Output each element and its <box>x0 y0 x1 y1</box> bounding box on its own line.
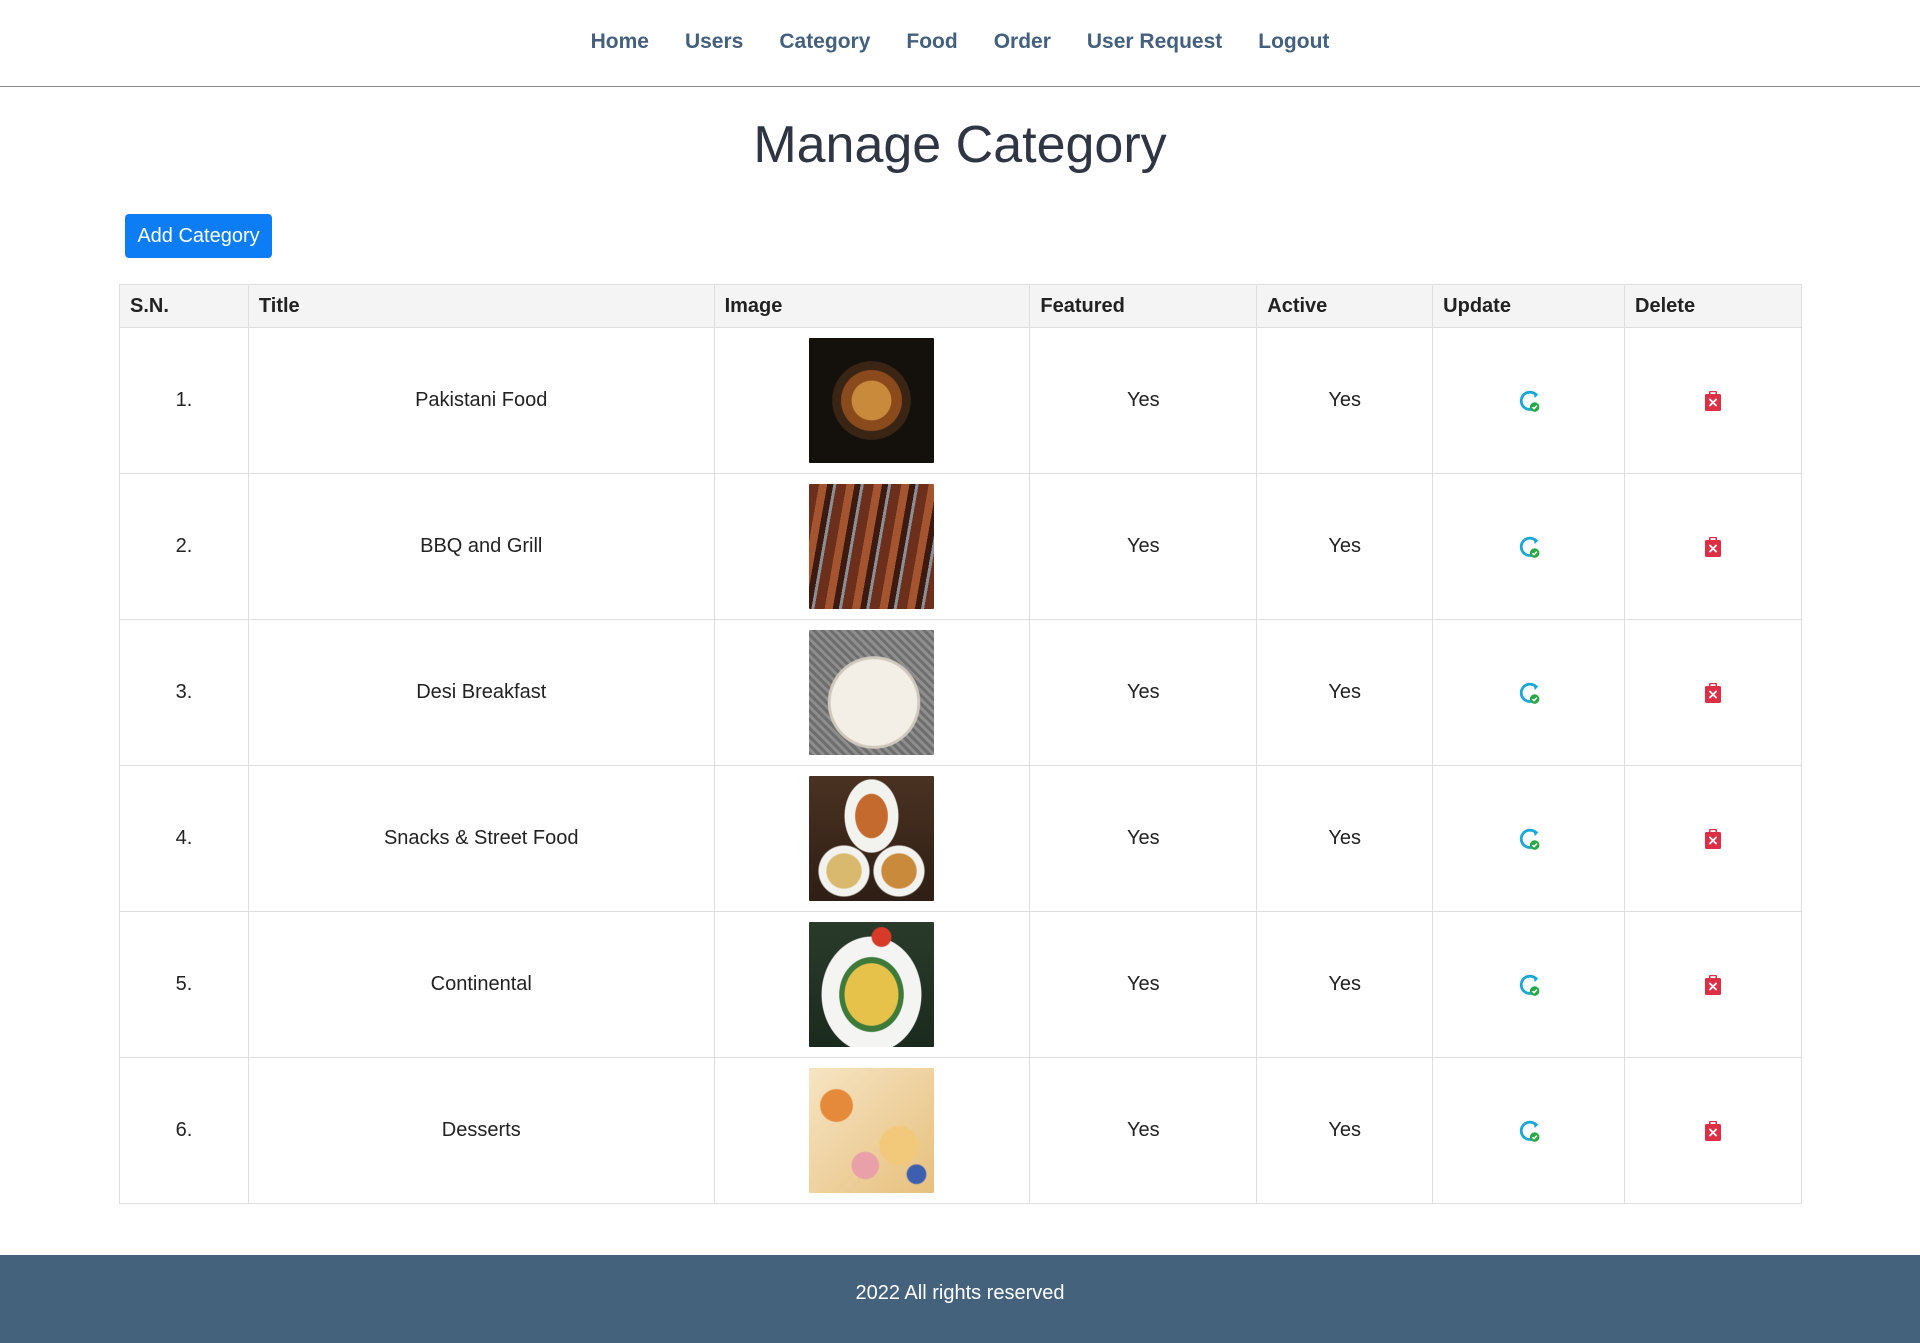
row-image-cell <box>713 765 1031 912</box>
paratha-breakfast-photo <box>809 630 935 755</box>
nav-order-link[interactable]: Order <box>994 30 1051 54</box>
top-navigation: Home Users Category Food Order User Requ… <box>0 0 1920 87</box>
row-sn: 5. <box>119 911 249 1058</box>
header-featured: Featured <box>1029 284 1258 328</box>
delete-icon[interactable] <box>1704 682 1722 704</box>
samosa-chaat-photo <box>809 776 935 901</box>
row-featured: Yes <box>1029 765 1258 912</box>
category-table: S.N. Title Image Featured Active Update … <box>119 284 1802 1204</box>
row-sn: 1. <box>119 327 249 474</box>
row-featured: Yes <box>1029 619 1258 766</box>
update-icon[interactable] <box>1516 388 1542 414</box>
update-icon[interactable] <box>1516 972 1542 998</box>
nav-home-link[interactable]: Home <box>591 30 649 54</box>
row-active: Yes <box>1256 327 1434 474</box>
desserts-platter-photo <box>809 1068 935 1193</box>
row-featured: Yes <box>1029 911 1258 1058</box>
table-row: 5. Continental Yes Yes <box>119 911 1802 1058</box>
table-row: 4. Snacks & Street Food Yes Yes <box>119 765 1802 912</box>
thali-platter-photo <box>809 338 935 463</box>
row-active: Yes <box>1256 619 1434 766</box>
nav-users-link[interactable]: Users <box>685 30 743 54</box>
nav-food-link[interactable]: Food <box>906 30 957 54</box>
row-featured: Yes <box>1029 1057 1258 1204</box>
row-title: BBQ and Grill <box>247 473 715 620</box>
row-image-cell <box>713 327 1031 474</box>
row-title: Desserts <box>247 1057 715 1204</box>
update-icon[interactable] <box>1516 534 1542 560</box>
row-update-cell <box>1432 1057 1626 1204</box>
row-title: Pakistani Food <box>247 327 715 474</box>
nav-category-link[interactable]: Category <box>779 30 870 54</box>
nav-user-request-link[interactable]: User Request <box>1087 30 1222 54</box>
row-delete-cell <box>1624 619 1802 766</box>
row-image-cell <box>713 911 1031 1058</box>
row-image-cell <box>713 619 1031 766</box>
row-update-cell <box>1432 327 1626 474</box>
delete-icon[interactable] <box>1704 828 1722 850</box>
row-sn: 3. <box>119 619 249 766</box>
row-featured: Yes <box>1029 327 1258 474</box>
table-row: 2. BBQ and Grill Yes Yes <box>119 473 1802 620</box>
row-image-cell <box>713 473 1031 620</box>
nav-logout-link[interactable]: Logout <box>1258 30 1329 54</box>
row-title: Desi Breakfast <box>247 619 715 766</box>
update-icon[interactable] <box>1516 826 1542 852</box>
row-update-cell <box>1432 911 1626 1058</box>
row-delete-cell <box>1624 765 1802 912</box>
footer-text: 2022 All rights reserved <box>855 1281 1065 1304</box>
header-sn: S.N. <box>119 284 249 328</box>
delete-icon[interactable] <box>1704 390 1722 412</box>
row-delete-cell <box>1624 1057 1802 1204</box>
row-active: Yes <box>1256 911 1434 1058</box>
row-sn: 6. <box>119 1057 249 1204</box>
row-delete-cell <box>1624 911 1802 1058</box>
table-row: 3. Desi Breakfast Yes Yes <box>119 619 1802 766</box>
table-header-row: S.N. Title Image Featured Active Update … <box>119 284 1802 328</box>
row-sn: 2. <box>119 473 249 620</box>
update-icon[interactable] <box>1516 680 1542 706</box>
row-title: Continental <box>247 911 715 1058</box>
header-active: Active <box>1256 284 1434 328</box>
row-update-cell <box>1432 473 1626 620</box>
header-image: Image <box>713 284 1031 328</box>
row-featured: Yes <box>1029 473 1258 620</box>
row-update-cell <box>1432 765 1626 912</box>
delete-icon[interactable] <box>1704 536 1722 558</box>
header-delete: Delete <box>1624 284 1802 328</box>
row-active: Yes <box>1256 765 1434 912</box>
header-update: Update <box>1432 284 1626 328</box>
row-title: Snacks & Street Food <box>247 765 715 912</box>
bbq-skewers-photo <box>809 484 935 609</box>
table-row: 6. Desserts Yes Yes <box>119 1057 1802 1204</box>
delete-icon[interactable] <box>1704 1120 1722 1142</box>
row-image-cell <box>713 1057 1031 1204</box>
footer: 2022 All rights reserved <box>0 1255 1920 1343</box>
header-title: Title <box>247 284 715 328</box>
update-icon[interactable] <box>1516 1118 1542 1144</box>
row-update-cell <box>1432 619 1626 766</box>
row-delete-cell <box>1624 473 1802 620</box>
delete-icon[interactable] <box>1704 974 1722 996</box>
add-category-button[interactable]: Add Category <box>125 214 272 258</box>
row-delete-cell <box>1624 327 1802 474</box>
row-sn: 4. <box>119 765 249 912</box>
table-row: 1. Pakistani Food Yes Yes <box>119 327 1802 474</box>
page-title: Manage Category <box>753 116 1167 174</box>
continental-plate-photo <box>809 922 935 1047</box>
row-active: Yes <box>1256 1057 1434 1204</box>
row-active: Yes <box>1256 473 1434 620</box>
